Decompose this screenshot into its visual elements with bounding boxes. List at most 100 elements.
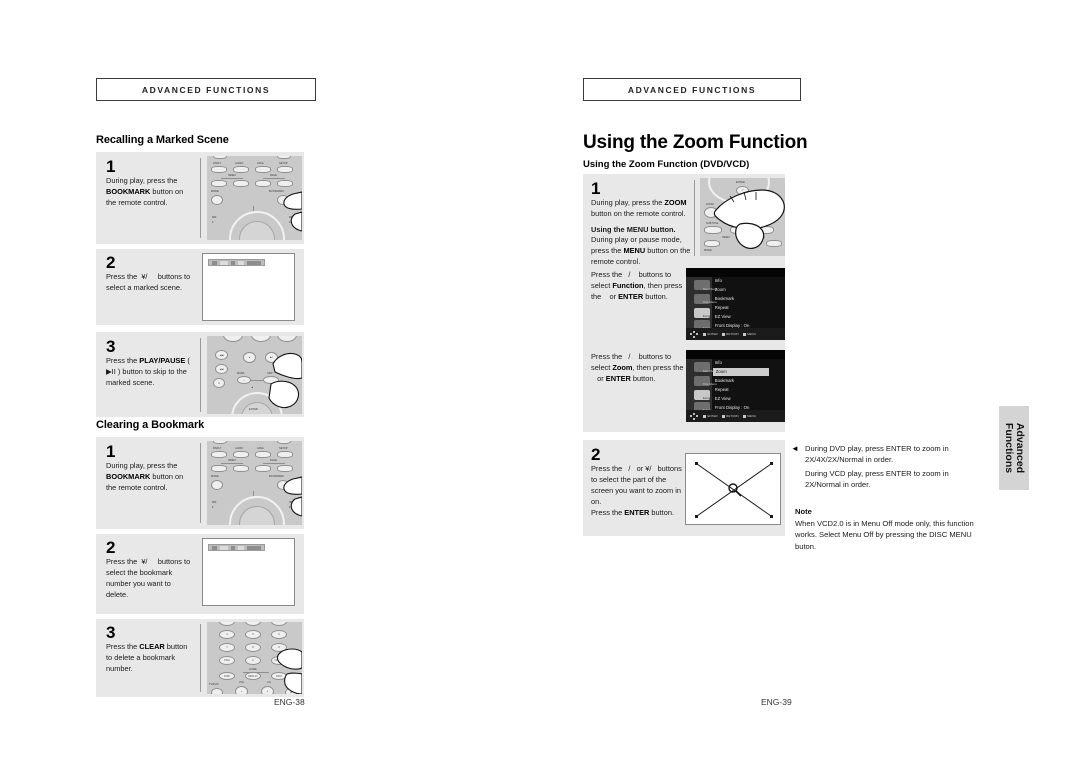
remote-illustration-bookmark-2: DSPLY AUDIO ANGL SETUP INDEX PAGE MODE B… (207, 441, 302, 525)
osd-bookmark-bar (208, 259, 265, 266)
menu-item-zoom-highlight[interactable]: Zoom (712, 368, 769, 377)
step-divider (200, 158, 201, 238)
osd-menu-list: Info Zoom Bookmark Repeat EZ View Front … (713, 277, 783, 329)
side-tab-line1: Advanced (1014, 422, 1027, 474)
note-heading: Note (795, 507, 812, 516)
step-number-clear-1: 1 (106, 442, 116, 461)
step-text-zoom-1b: During play or pause mode, press the MEN… (591, 235, 691, 266)
bullet-icon (703, 414, 706, 418)
note-bullet-2: During VCD play, press ENTER to zoom in … (805, 468, 983, 491)
footer-tag-return: RETURN (721, 332, 739, 336)
menu-item-bookmark[interactable]: Bookmark (715, 297, 734, 302)
right-page-banner: ADVANCED FUNCTIONS (583, 78, 801, 101)
bullet-icon (703, 332, 706, 336)
step-text-recall-2: Press the ¥/ buttons to select a marked … (106, 272, 191, 292)
step-number-recall-1: 1 (106, 157, 116, 176)
note-bullet-1-text: During DVD play, press ENTER to zoom in … (805, 444, 949, 465)
osd-label-chip (246, 260, 261, 265)
section-heading-clearing: Clearing a Bookmark (96, 419, 205, 431)
hand-pointer-icon (283, 191, 302, 232)
step-divider (694, 180, 695, 256)
tv-screen-clear-2 (202, 538, 295, 606)
step-number-recall-2: 2 (106, 253, 116, 272)
osd-chip (230, 260, 235, 265)
left-page-number: ENG-38 (274, 697, 305, 707)
section-heading-recalling: Recalling a Marked Scene (96, 134, 229, 146)
step-text-recall-1: During play, press the BOOKMARK button o… (106, 176, 184, 207)
note-body: When VCD2.0 is in Menu Off mode only, th… (795, 519, 974, 551)
menu-item-info[interactable]: Info (715, 279, 722, 284)
left-banner-text: ADVANCED FUNCTIONS (141, 84, 271, 95)
osd-menu-footer: ENTER RETURN MENU (686, 328, 785, 340)
footer-tag-menu: MENU (742, 332, 756, 336)
hand-pointer-icon (713, 189, 785, 249)
remote-illustration-zoom: ENTER ⏎ ZOOM SUBTITLE AUDIO ANGLE INDEX … (700, 178, 785, 256)
osd-icon-chip (212, 545, 218, 550)
arrow-bullet-icon: ◄ (791, 444, 799, 453)
step-number-zoom-2: 2 (591, 445, 601, 464)
step-number-clear-3: 3 (106, 623, 116, 642)
osd-menu-screen-zoom: Disc Menu Title Menu Function Setup Info… (686, 350, 785, 422)
bullet-icon (742, 332, 746, 336)
step-number-clear-2: 2 (106, 538, 116, 557)
step-number-zoom-1: 1 (591, 179, 601, 198)
menu-item-zoom[interactable]: Zoom (715, 288, 726, 293)
tv-screen-recall-2 (202, 253, 295, 321)
footer-tag-enter: ENTER (703, 332, 718, 336)
remote-illustration-bookmark: DSPLY AUDIO ANGL SETUP INDEX PAGE MODE B… (207, 156, 302, 240)
side-tab-line2: Functions (1003, 422, 1015, 474)
osd-bookmark-bar-2 (208, 544, 265, 551)
menu-item-zoom: Zoom (715, 369, 727, 375)
menu-item-info[interactable]: Info (715, 361, 722, 366)
side-tab-label: Advanced Functions (1003, 422, 1027, 474)
step-divider (200, 338, 201, 412)
hand-pointer-icon (283, 476, 302, 517)
hand-pointer-icon (268, 352, 302, 409)
menu-item-ezview[interactable]: EZ View (715, 397, 731, 402)
menu-item-bookmark[interactable]: Bookmark (715, 379, 734, 384)
osd-chip (237, 260, 244, 265)
osd-chip (220, 260, 228, 265)
manual-spread: ADVANCED FUNCTIONS Recalling a Marked Sc… (0, 0, 1080, 783)
step-text-zoom-1d: Press the / buttons to select Zoom, then… (591, 352, 684, 383)
right-banner-text: ADVANCED FUNCTIONS (627, 84, 757, 95)
osd-menu-list: Info Zoom Bookmark Repeat EZ View Front … (712, 359, 783, 410)
dpad-icon (690, 412, 698, 420)
step-number-recall-3: 3 (106, 337, 116, 356)
zoom-crosshair-diagram (695, 462, 773, 518)
footer-tag-enter: ENTER (703, 414, 718, 418)
osd-menu-titlebar (686, 268, 785, 278)
step-divider (200, 443, 201, 523)
right-page-number: ENG-39 (761, 697, 792, 707)
remote-illustration-keypad: 1 2 3 4 5 6 7 8 9 PRG 0 CLEAR HOME DISP … (207, 622, 302, 694)
step-text-clear-2: Press the ¥/ buttons to select the bookm… (106, 557, 191, 599)
hand-pointer-icon (276, 648, 302, 694)
left-page-banner: ADVANCED FUNCTIONS (96, 78, 316, 101)
menu-item-repeat[interactable]: Repeat (715, 306, 729, 311)
osd-icon-chip (212, 260, 218, 265)
zoom-target-figure (685, 453, 781, 525)
osd-chip (220, 545, 228, 550)
bullet-icon (721, 414, 725, 418)
step-divider (200, 624, 201, 692)
note-bullet-2-text: During VCD play, press ENTER to zoom in … (805, 469, 949, 490)
menu-item-repeat[interactable]: Repeat (715, 388, 729, 393)
step-text-clear-3: Press the CLEAR button to delete a bookm… (106, 642, 188, 673)
note-bullet-1: ◄ During DVD play, press ENTER to zoom i… (791, 443, 983, 466)
menu-item-ezview[interactable]: EZ View (715, 315, 731, 320)
step-text-clear-1: During play, press the BOOKMARK button o… (106, 461, 184, 492)
bullet-icon (721, 332, 725, 336)
footer-tag-return: RETURN (721, 414, 739, 418)
side-tab-advanced-functions: Advanced Functions (999, 406, 1029, 490)
osd-chip (230, 545, 235, 550)
step-text-zoom-2: Press the / or ¥/ buttons to select the … (591, 464, 682, 517)
footer-tag-menu: MENU (742, 414, 756, 418)
step-text-zoom-1c: Press the / buttons to select Function, … (591, 270, 683, 301)
dpad-icon (690, 330, 698, 338)
osd-menu-footer: ENTER RETURN MENU (686, 410, 785, 422)
page-subtitle: Using the Zoom Function (DVD/VCD) (583, 159, 750, 170)
step-text-zoom-1a: During play, press the ZOOM button on th… (591, 198, 687, 218)
step-text-recall-3: Press the PLAY/PAUSE ( ▶II ) button to s… (106, 356, 190, 387)
osd-chip (237, 545, 244, 550)
osd-label-chip (246, 545, 261, 550)
